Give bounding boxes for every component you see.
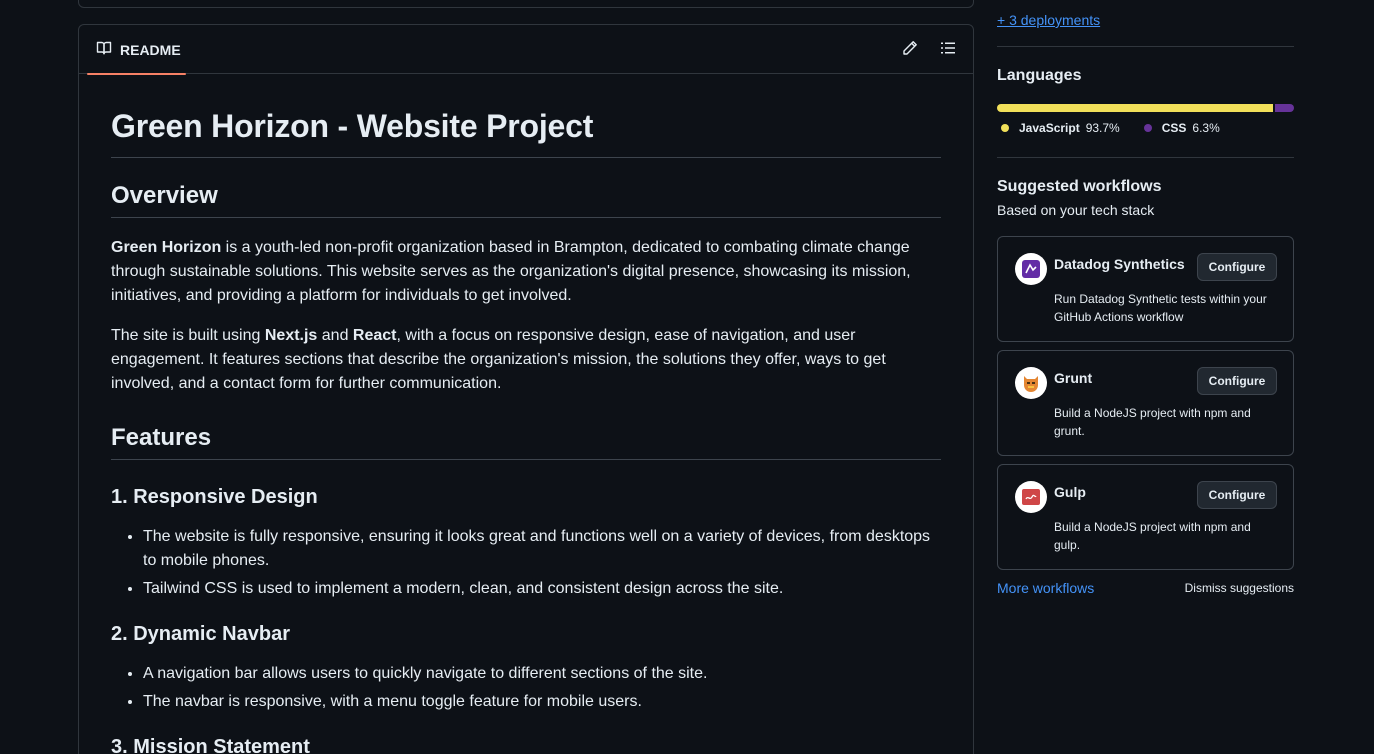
workflow-card-grunt: Grunt Configure Build a NodeJS project w… [997,350,1294,456]
overview-p2-a: The site is built using [111,327,265,344]
divider [997,46,1294,47]
edit-button[interactable] [899,39,921,61]
list-item: A navigation bar allows users to quickly… [143,662,941,686]
feature-1-heading: 1. Responsive Design [111,486,318,508]
language-percent: 6.3% [1192,121,1220,135]
overview-paragraph-2: The site is built using Next.js and Reac… [111,324,941,396]
language-css[interactable]: CSS 6.3% [1143,121,1220,135]
react-text: React [352,327,397,344]
overview-p2-and: and [317,327,353,344]
css-dot-icon [1143,124,1152,132]
workflow-name: Grunt [1054,370,1093,386]
datadog-logo-icon [1015,253,1047,285]
features-heading: Features [111,424,941,460]
list-item: The website is fully responsive, ensurin… [143,525,941,573]
language-name: JavaScript [1019,121,1080,135]
workflow-name: Datadog Synthetics [1054,256,1185,272]
language-name: CSS [1161,121,1187,135]
book-icon [96,40,112,59]
languages-heading: Languages [997,67,1082,84]
workflows-heading: Suggested workflows [997,178,1162,195]
tab-readme[interactable]: README [87,25,186,75]
feature-1-list: The website is fully responsive, ensurin… [111,525,941,601]
configure-button[interactable]: Configure [1197,367,1277,395]
readme-panel: README Green Horizon - Website Project O [78,24,974,754]
overview-heading: Overview [111,182,941,218]
languages-bar [997,104,1294,112]
gulp-logo-icon [1015,481,1047,513]
overview-paragraph-1: Green Horizon is a youth-led non-profit … [111,236,941,308]
languages-list: JavaScript 93.7% CSS 6.3% [997,121,1244,135]
readme-title: Green Horizon - Website Project [111,108,941,158]
workflow-description: Build a NodeJS project with npm and gulp… [1054,520,1251,552]
grunt-logo-icon [1015,367,1047,399]
configure-button[interactable]: Configure [1197,253,1277,281]
org-name: Green Horizon [111,239,222,256]
previous-panel [78,0,974,8]
language-javascript[interactable]: JavaScript 93.7% [1001,121,1120,135]
workflow-name: Gulp [1054,484,1086,500]
more-workflows-link[interactable]: More workflows [997,580,1094,596]
workflow-description: Run Datadog Synthetic tests within your … [1054,292,1267,324]
workflow-card-gulp: Gulp Configure Build a NodeJS project wi… [997,464,1294,570]
dismiss-suggestions-button[interactable]: Dismiss suggestions [1185,581,1294,595]
nextjs-text: Next.js [264,327,318,344]
workflows-subheading: Based on your tech stack [997,202,1155,218]
workflow-card-datadog: Datadog Synthetics Configure Run Datadog… [997,236,1294,342]
workflow-description: Build a NodeJS project with npm and grun… [1054,406,1251,438]
feature-3-heading: 3. Mission Statement [111,736,310,754]
javascript-dot-icon [1001,124,1009,132]
pencil-icon [902,40,918,61]
readme-header: README [79,25,973,75]
language-percent: 93.7% [1085,121,1120,135]
overview-p1-text: is a youth-led non-profit organization b… [111,239,911,304]
outline-button[interactable] [937,39,959,61]
configure-button[interactable]: Configure [1197,481,1277,509]
deployments-link[interactable]: + 3 deployments [997,12,1100,28]
feature-2-list: A navigation bar allows users to quickly… [111,662,941,714]
list-item: The navbar is responsive, with a menu to… [143,690,941,714]
tab-readme-label: README [120,41,181,58]
list-item: Tailwind CSS is used to implement a mode… [143,577,941,601]
feature-2-heading: 2. Dynamic Navbar [111,623,290,645]
readme-content: Green Horizon - Website Project Overview… [79,108,973,754]
css-bar-segment [1275,104,1294,112]
divider [997,157,1294,158]
list-icon [940,40,956,61]
javascript-bar-segment [997,104,1274,112]
